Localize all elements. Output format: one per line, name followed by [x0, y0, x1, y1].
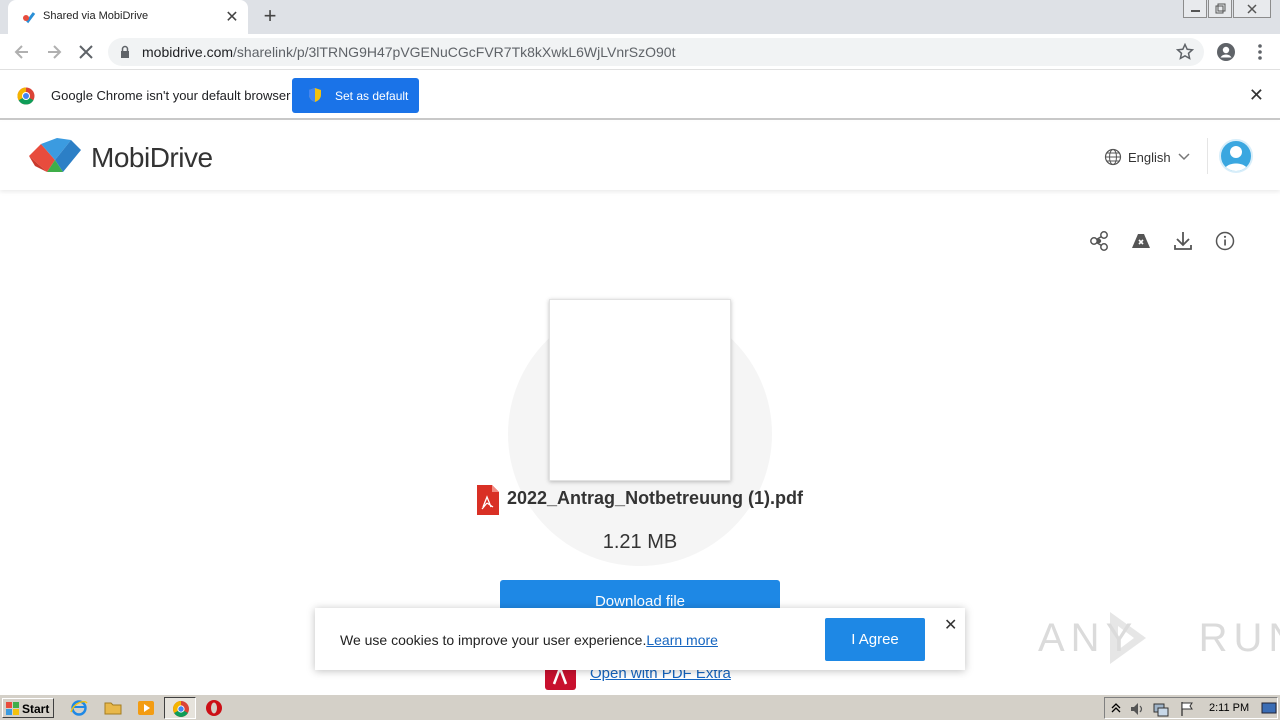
start-button[interactable]: Start [2, 698, 54, 718]
infobar-message: Google Chrome isn't your default browser [51, 88, 291, 103]
agree-button[interactable]: I Agree [825, 618, 925, 661]
restore-button[interactable] [1208, 0, 1232, 18]
restore-icon [1215, 3, 1226, 14]
cookie-close-icon[interactable]: ✕ [944, 615, 957, 635]
forward-arrow-icon[interactable] [44, 42, 64, 62]
mobidrive-favicon-icon [22, 12, 36, 24]
user-avatar-icon [1224, 146, 1248, 171]
address-bar[interactable]: mobidrive.com/sharelink/p/3lTRNG9H47pVGE… [108, 38, 1204, 66]
browser-tab[interactable]: Shared via MobiDrive ✕ [8, 0, 248, 34]
media-player-icon[interactable] [137, 699, 155, 717]
browser-toolbar: mobidrive.com/sharelink/p/3lTRNG9H47pVGE… [0, 34, 1280, 70]
minimize-button[interactable] [1183, 0, 1207, 18]
chevron-down-icon [1178, 153, 1190, 161]
url-text: mobidrive.com/sharelink/p/3lTRNG9H47pVGE… [142, 44, 675, 60]
anyrun-watermark: ANY RUN [1038, 606, 1280, 670]
window-close-button[interactable] [1233, 0, 1271, 18]
uac-shield-icon [309, 88, 321, 102]
set-as-default-button[interactable]: Set as default [292, 78, 419, 113]
header-divider [1207, 138, 1208, 174]
brand-name[interactable]: MobiDrive [91, 142, 213, 174]
learn-more-link[interactable]: Learn more [646, 632, 718, 648]
show-desktop-icon[interactable] [1261, 701, 1277, 715]
tab-title: Shared via MobiDrive [43, 10, 149, 22]
download-icon[interactable] [1172, 230, 1194, 252]
file-name: 2022_Antrag_Notbetreuung (1).pdf [507, 488, 804, 508]
tab-strip: Shared via MobiDrive ✕ + [0, 0, 1280, 34]
volume-icon[interactable] [1129, 701, 1145, 717]
cookie-message: We use cookies to improve your user expe… [340, 632, 647, 648]
minimize-icon [1191, 10, 1200, 12]
chrome-taskbar-button[interactable] [164, 697, 196, 719]
file-size: 1.21 MB [602, 531, 678, 553]
mobidrive-logo-icon[interactable] [27, 136, 83, 176]
watermark-text: ANY RUN [1038, 616, 1280, 660]
windows-taskbar: Start 2:11 PM [0, 694, 1280, 720]
save-to-drive-icon[interactable] [1130, 230, 1152, 252]
cookie-text: We use cookies to improve your user expe… [340, 632, 718, 648]
profile-icon[interactable] [1216, 42, 1236, 62]
url-host: mobidrive.com [142, 44, 234, 60]
taskbar-clock[interactable]: 2:11 PM [1209, 702, 1249, 714]
new-tab-button[interactable]: + [258, 4, 282, 28]
cookie-banner: We use cookies to improve your user expe… [315, 608, 965, 670]
tab-close-icon[interactable]: ✕ [222, 7, 242, 27]
window-close-icon [1247, 4, 1257, 14]
lock-icon[interactable] [120, 45, 130, 59]
network-icon[interactable] [1153, 701, 1169, 717]
show-hidden-icons-icon[interactable] [1111, 701, 1121, 715]
file-thumbnail[interactable] [549, 299, 731, 481]
windows-flag-icon [6, 702, 19, 715]
pdf-file-icon [477, 485, 499, 515]
start-label: Start [22, 702, 50, 716]
info-icon[interactable] [1214, 230, 1236, 252]
system-tray: 2:11 PM [1104, 697, 1278, 719]
url-path: /sharelink/p/3lTRNG9H47pVGENuCGcFVR7Tk8k… [233, 44, 676, 60]
action-center-flag-icon[interactable] [1179, 701, 1195, 717]
opera-icon[interactable] [205, 699, 223, 717]
menu-dots-icon[interactable] [1250, 42, 1270, 62]
set-as-default-label: Set as default [335, 89, 409, 103]
back-arrow-icon[interactable] [12, 42, 32, 62]
chrome-taskbar-icon [173, 701, 189, 717]
chrome-logo-icon [17, 87, 35, 105]
default-browser-infobar: Google Chrome isn't your default browser… [0, 71, 1280, 120]
bookmark-star-icon[interactable] [1176, 43, 1194, 61]
infobar-close-icon[interactable]: ✕ [1249, 85, 1264, 106]
share-icon[interactable] [1088, 230, 1110, 252]
site-header: MobiDrive English [0, 122, 1280, 190]
user-avatar[interactable] [1219, 139, 1253, 173]
internet-explorer-icon[interactable] [70, 699, 88, 717]
globe-icon [1104, 148, 1122, 166]
stop-loading-icon[interactable] [76, 42, 96, 62]
language-label: English [1128, 150, 1171, 165]
file-explorer-icon[interactable] [104, 699, 122, 717]
